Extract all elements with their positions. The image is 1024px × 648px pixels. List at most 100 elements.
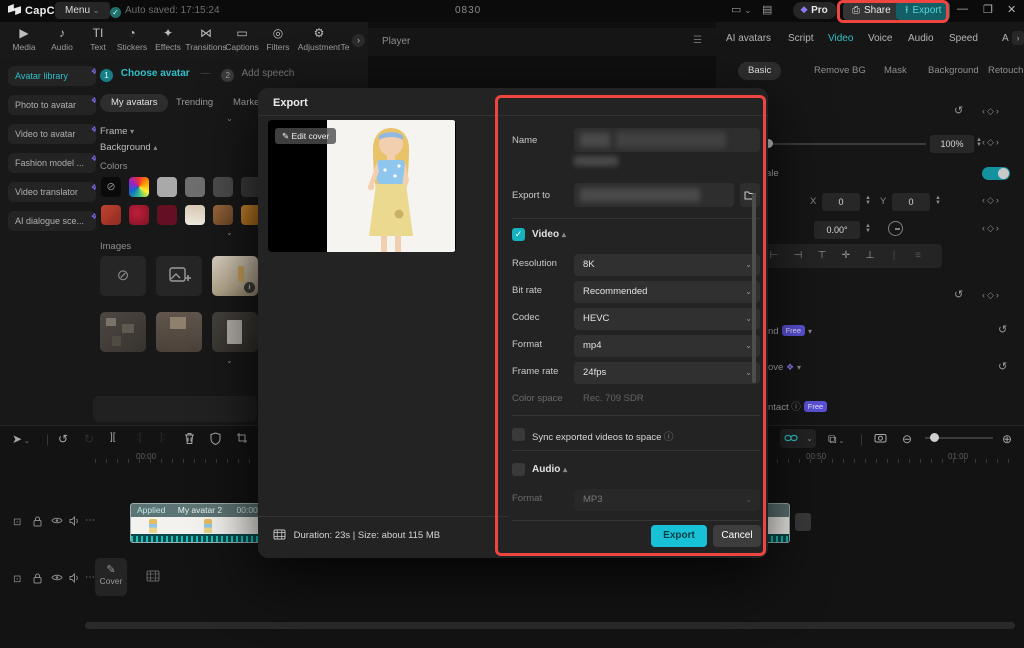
cancel-button[interactable]: Cancel xyxy=(713,525,761,547)
tab-filters[interactable]: ◎Filters xyxy=(258,26,298,52)
dialog-scrollbar[interactable] xyxy=(752,193,756,383)
tab-captions[interactable]: ▭Captions xyxy=(222,26,262,52)
align-right-icon[interactable]: ⊣ xyxy=(786,244,810,268)
chevron-down-icon[interactable]: ⌄ xyxy=(226,228,233,237)
browse-folder-button[interactable] xyxy=(740,183,760,207)
sidebar-item-photo-to-avatar[interactable]: Photo to avatar❖ xyxy=(8,95,96,115)
export-confirm-button[interactable]: Export xyxy=(651,525,707,547)
lock-icon[interactable] xyxy=(33,516,42,527)
tab-stickers[interactable]: ◔Stickers xyxy=(112,26,152,52)
mute-speaker-icon[interactable] xyxy=(69,573,80,583)
keyframe-control[interactable]: ‹◇› xyxy=(982,195,1001,206)
tab-media[interactable]: ▶Media xyxy=(4,26,44,52)
stepper-icons[interactable]: ▲▼ xyxy=(863,196,873,205)
select-tool-icon[interactable]: ➤ ⌄ xyxy=(12,432,30,446)
swatch-dark-red[interactable] xyxy=(157,205,177,225)
lock-icon[interactable] xyxy=(33,573,42,584)
visibility-eye-icon[interactable] xyxy=(51,516,63,525)
redo-icon[interactable]: ↻ xyxy=(84,432,94,446)
image-tile-collage[interactable] xyxy=(100,312,146,352)
tab-speed[interactable]: Speed xyxy=(949,33,978,44)
keyframe-control[interactable]: ‹◇› xyxy=(982,106,1001,117)
swatch-dark-gray[interactable] xyxy=(213,177,233,197)
swatch-red-texture[interactable] xyxy=(101,205,121,225)
edit-cover-button[interactable]: ✎ Edit cover xyxy=(275,128,336,144)
stepper-icons[interactable]: ▲▼ xyxy=(933,196,943,205)
tab-truncated[interactable]: A xyxy=(1002,33,1009,44)
tab-my-avatars[interactable]: My avatars xyxy=(100,94,168,112)
mute-speaker-icon[interactable] xyxy=(69,516,80,526)
tab-effects[interactable]: ✦Effects xyxy=(148,26,188,52)
zoom-in-icon[interactable]: ⊕ xyxy=(1002,432,1012,446)
reset-icon[interactable]: ↺ xyxy=(954,288,963,301)
sidebar-item-avatar-library[interactable]: Avatar library❖ xyxy=(8,66,96,86)
keyframe-control[interactable]: ‹◇› xyxy=(982,223,1001,234)
delete-icon[interactable] xyxy=(184,432,195,445)
undo-icon[interactable]: ↺ xyxy=(58,432,68,446)
tab-trending[interactable]: Trending xyxy=(165,94,224,112)
split-icon[interactable]: ][ xyxy=(110,432,116,443)
video-checkbox[interactable]: ✓ xyxy=(512,228,525,241)
chevron-down-icon[interactable]: ⌄ xyxy=(226,356,233,365)
audio-section-title[interactable]: Audio ▴ xyxy=(532,464,567,475)
pro-button[interactable]: ❖Pro xyxy=(793,2,837,19)
subtab-mask[interactable]: Mask xyxy=(874,62,917,80)
align-center-icon[interactable]: ✛ xyxy=(834,244,858,268)
background-section-toggle[interactable]: Background ▴ xyxy=(100,142,157,153)
maximize-button[interactable]: ❐ xyxy=(983,3,993,16)
framerate-select[interactable]: 24fps⌄ xyxy=(574,362,760,384)
scale-slider-track[interactable] xyxy=(756,143,926,145)
export-to-input[interactable] xyxy=(574,183,734,207)
visibility-eye-icon[interactable] xyxy=(51,573,63,582)
crop-icon[interactable] xyxy=(236,432,248,444)
mask-shield-icon[interactable] xyxy=(210,432,221,445)
image-add-tile[interactable] xyxy=(156,256,202,296)
bitrate-select[interactable]: Recommended⌄ xyxy=(574,281,760,303)
layout-icon[interactable]: ▭ ⌄ xyxy=(731,3,751,16)
minimize-button[interactable]: — xyxy=(957,3,968,15)
toolbar-scroll-right-button[interactable]: › xyxy=(352,34,365,47)
swatch-beige[interactable] xyxy=(185,205,205,225)
step1-label[interactable]: Choose avatar xyxy=(121,68,190,79)
share-button[interactable]: ⎙Share xyxy=(843,2,900,20)
preview-split-icon[interactable]: ⧉ ⌄ xyxy=(828,432,844,447)
swatch-none[interactable]: ⊘ xyxy=(101,177,121,197)
swatch-crimson[interactable] xyxy=(129,205,149,225)
snapshot-icon[interactable] xyxy=(874,432,887,443)
trim-left-icon[interactable]: :[ xyxy=(136,432,142,443)
tab-script[interactable]: Script xyxy=(788,33,814,44)
distribute-icon[interactable]: ≡ xyxy=(906,244,930,268)
align-bottom-icon[interactable]: ⊥ xyxy=(858,244,882,268)
timeline-zoom-handle[interactable] xyxy=(930,433,939,442)
rotate-dial[interactable] xyxy=(888,221,903,236)
menu-button[interactable]: Menu ⌄ xyxy=(55,2,110,19)
scale-toggle[interactable] xyxy=(982,167,1010,180)
sync-checkbox[interactable]: ✓ xyxy=(512,428,525,441)
frame-section-toggle[interactable]: Frame ▾ xyxy=(100,126,134,137)
swatch-brown[interactable] xyxy=(213,205,233,225)
sidebar-item-video-to-avatar[interactable]: Video to avatar❖ xyxy=(8,124,96,144)
resolution-select[interactable]: 8K⌄ xyxy=(574,254,760,276)
trim-right-icon[interactable]: ]: xyxy=(160,432,166,443)
clip-end-handle[interactable] xyxy=(795,513,811,531)
keyframe-control[interactable]: ‹◇› xyxy=(982,290,1001,301)
zoom-out-icon[interactable]: ⊖ xyxy=(902,432,912,446)
x-value-field[interactable]: 0 xyxy=(822,193,860,211)
image-none-tile[interactable]: ⊘ xyxy=(100,256,146,296)
chevron-down-icon[interactable]: ⌄ xyxy=(226,114,233,123)
audio-checkbox[interactable]: ✓ xyxy=(512,463,525,476)
tabs-scroll-right-button[interactable]: › xyxy=(1012,31,1024,45)
swatch-rainbow[interactable] xyxy=(129,177,149,197)
keyframe-control[interactable]: ‹◇› xyxy=(982,137,1001,148)
image-tile-room[interactable]: ⭳ xyxy=(212,256,258,296)
tab-video[interactable]: Video xyxy=(828,33,853,44)
scale-value-field[interactable]: 100% xyxy=(930,135,974,153)
panel-layout-icon[interactable]: ▤ xyxy=(762,3,772,16)
rotate-value-field[interactable]: 0.00° xyxy=(814,221,860,239)
align-top-icon[interactable]: ⊤ xyxy=(810,244,834,268)
more-icon[interactable]: ⋯ xyxy=(85,572,95,583)
image-tile-poster-room[interactable] xyxy=(156,312,202,352)
stepper-icons[interactable]: ▲▼ xyxy=(863,224,873,233)
image-tile-door[interactable] xyxy=(212,312,258,352)
export-button-top[interactable]: ⭱Export xyxy=(896,2,950,20)
